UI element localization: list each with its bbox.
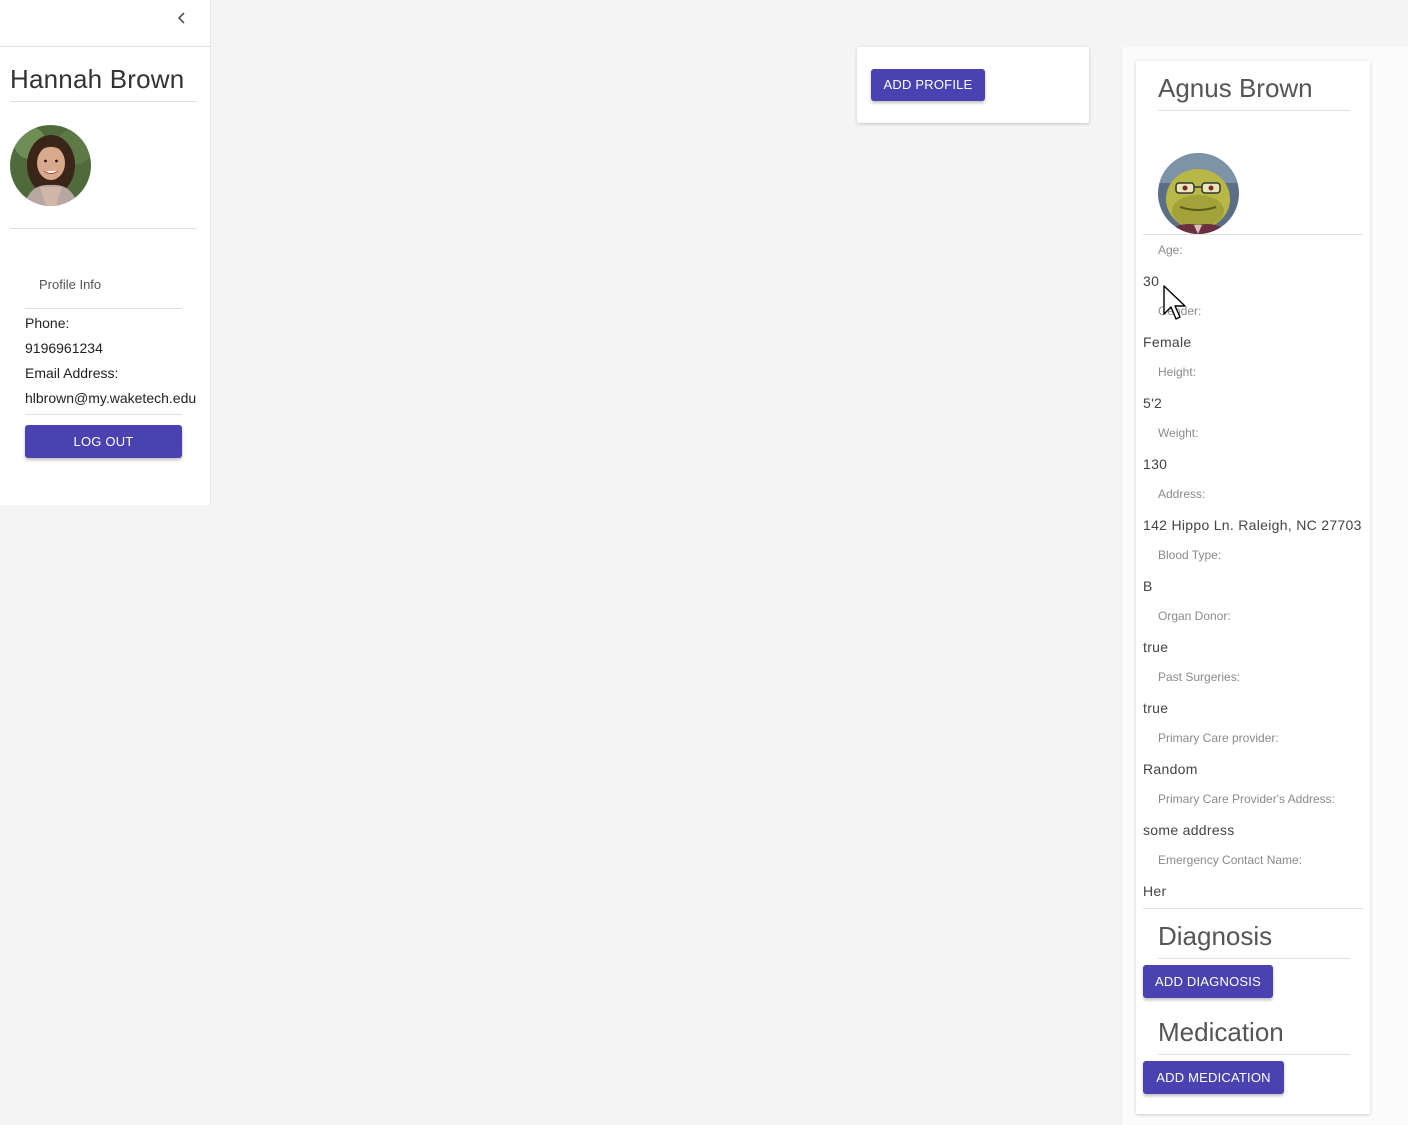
user-name: Hannah Brown [10, 64, 197, 102]
phone-value: 9196961234 [25, 340, 103, 356]
logout-button[interactable]: LOG OUT [25, 425, 182, 458]
field-value: 5'2 [1143, 395, 1163, 411]
divider [1143, 908, 1363, 909]
user-avatar [10, 125, 91, 206]
sidebar: Hannah Brown Profile Info Phone: 9196961… [0, 0, 211, 505]
field-value: some address [1143, 822, 1235, 838]
field-label: Weight: [1158, 426, 1199, 440]
divider [25, 414, 182, 415]
field-label: Height: [1158, 365, 1197, 379]
divider [1143, 234, 1363, 235]
divider [25, 308, 182, 309]
field-label: Primary Care provider: [1158, 731, 1279, 745]
phone-label: Phone: [25, 315, 70, 331]
profile-info-title: Profile Info [39, 277, 102, 292]
medication-title: Medication [1158, 1017, 1350, 1055]
field-label: Past Surgeries: [1158, 670, 1241, 684]
diagnosis-title: Diagnosis [1158, 921, 1350, 959]
chevron-left-icon [177, 12, 185, 24]
add-diagnosis-button[interactable]: ADD DIAGNOSIS [1143, 965, 1273, 998]
field-value: 30 [1143, 273, 1160, 289]
profile-name: Agnus Brown [1158, 73, 1350, 111]
email-value: hlbrown@my.waketech.edu [25, 390, 197, 406]
field-value: Her [1143, 883, 1167, 899]
add-profile-card: ADD PROFILE [857, 47, 1089, 123]
field-label: Address: [1158, 487, 1206, 501]
add-medication-button[interactable]: ADD MEDICATION [1143, 1061, 1284, 1094]
profile-card: Agnus Brown Age: 30 Gender: Female Height: 5'… [1136, 61, 1370, 1114]
email-label: Email Address: [25, 365, 119, 381]
field-label: Gender: [1158, 304, 1202, 318]
field-label: Organ Donor: [1158, 609, 1231, 623]
field-value: Female [1143, 334, 1192, 350]
field-label: Blood Type: [1158, 548, 1222, 562]
field-value: 142 Hippo Ln. Raleigh, NC 27703 [1143, 517, 1362, 533]
collapse-sidebar-button[interactable] [172, 8, 192, 28]
profile-avatar [1158, 153, 1239, 234]
field-value: Random [1143, 761, 1198, 777]
field-value: true [1143, 639, 1169, 655]
field-value: 130 [1143, 456, 1168, 472]
sidebar-header [0, 0, 210, 47]
field-value: true [1143, 700, 1169, 716]
field-value: B [1143, 578, 1153, 594]
field-label: Primary Care Provider's Address: [1158, 792, 1336, 806]
field-label: Age: [1158, 243, 1183, 257]
field-label: Emergency Contact Name: [1158, 853, 1303, 867]
divider [10, 228, 197, 229]
add-profile-button[interactable]: ADD PROFILE [871, 69, 985, 101]
